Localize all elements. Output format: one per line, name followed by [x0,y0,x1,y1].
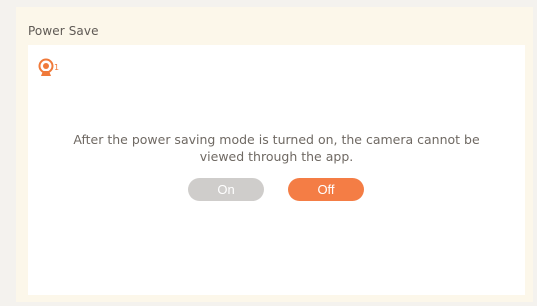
message-line-1: After the power saving mode is turned on… [73,132,480,147]
camera-index: 1 [54,63,60,72]
on-button[interactable]: On [188,178,264,201]
camera-selector[interactable]: 1 [38,58,60,78]
panel-title: Power Save [28,24,99,38]
message-line-2: viewed through the app. [199,149,354,164]
content-area: 1 After the power saving mode is turned … [28,45,525,295]
off-button[interactable]: Off [288,178,364,201]
power-save-message: After the power saving mode is turned on… [28,131,525,165]
power-save-panel: Power Save 1 After the power saving mode… [16,7,533,302]
